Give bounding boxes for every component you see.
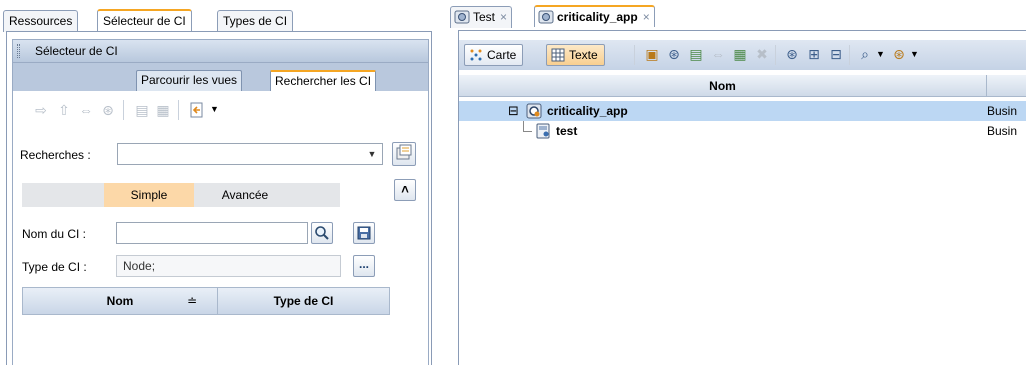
view-pane: Test × criticality_app × Carte Texte ▣ ⊛ ▤…	[450, 0, 1026, 365]
close-icon[interactable]: ×	[643, 10, 650, 24]
tab-criticality-app[interactable]: criticality_app ×	[534, 5, 655, 27]
sort-icon: ≐	[186, 294, 197, 308]
filter-icon[interactable]: ⊛	[890, 45, 908, 63]
map-icon	[470, 49, 482, 61]
separator	[775, 45, 776, 65]
tree-line	[523, 131, 532, 132]
panel-header: Sélecteur de CI	[12, 39, 429, 63]
tree-item-label: criticality_app	[547, 104, 628, 118]
separator	[123, 100, 124, 120]
tab-ci-selector[interactable]: Sélecteur de CI	[97, 9, 192, 32]
view-settings-icon[interactable]: ⊛	[783, 45, 801, 63]
map-view-button[interactable]: Carte	[464, 44, 524, 66]
go-to-icon[interactable]: ⇨	[32, 101, 50, 119]
col-header-name[interactable]: Nom	[459, 75, 987, 97]
save-search-button[interactable]	[353, 222, 375, 244]
export-dropdown-icon[interactable]: ▼	[210, 104, 219, 114]
chevron-down-icon[interactable]: ▼	[364, 146, 380, 162]
add-to-view-icon[interactable]: ▤	[687, 45, 705, 63]
subtab-browse-views[interactable]: Parcourir les vues	[136, 70, 243, 91]
ci-selector-pane: Ressources Sélecteur de CI Types de CI S…	[0, 0, 432, 365]
tree-item-label: test	[556, 124, 578, 138]
separator	[178, 100, 179, 120]
grid-icon	[551, 48, 565, 62]
subtab-search-ci[interactable]: Rechercher les CI	[270, 70, 377, 91]
separator	[849, 45, 850, 65]
col-header-ci-type[interactable]: Type de CI	[217, 287, 390, 315]
tree-item-type: Busin	[987, 124, 1018, 138]
remove-from-view-icon[interactable]: ▦	[154, 101, 172, 119]
view-icon	[538, 10, 554, 24]
col-header-name[interactable]: Nom ≐	[22, 287, 218, 315]
tree-table-header: Nom	[459, 75, 1026, 97]
properties-icon	[396, 144, 412, 160]
ci-icon[interactable]: ⊛	[665, 45, 683, 63]
grip-icon[interactable]	[17, 44, 20, 58]
add-related-icon[interactable]: ▦	[731, 45, 749, 63]
tree-item-type: Busin	[987, 104, 1018, 118]
link-icon[interactable]: ⇔	[77, 101, 95, 119]
ci-name-label: Nom du CI :	[22, 227, 87, 241]
tree-line	[523, 121, 524, 131]
tab-test[interactable]: Test ×	[450, 6, 513, 28]
view-icon	[454, 10, 470, 24]
tree-row[interactable]: ⊟ criticality_app Busin	[459, 101, 1026, 121]
export-icon[interactable]	[188, 101, 206, 119]
mode-advanced[interactable]: Avancée	[195, 183, 295, 207]
searches-label: Recherches :	[20, 148, 91, 162]
ci-type-label: Type de CI :	[22, 260, 87, 274]
separator	[634, 45, 635, 65]
mode-simple[interactable]: Simple	[104, 183, 194, 207]
saved-searches-button[interactable]	[392, 142, 416, 166]
tab-resources[interactable]: Ressources	[3, 10, 79, 32]
collapse-icon[interactable]: ⊟	[508, 101, 519, 121]
link-icon[interactable]: ⇔	[709, 45, 727, 63]
chevron-up-icon: ˄	[401, 182, 409, 197]
tree-row[interactable]: test Busin	[459, 121, 1026, 141]
browse-ci-type-button[interactable]: ...	[353, 255, 375, 277]
save-icon	[357, 226, 371, 240]
collapse-button[interactable]: ˄	[394, 179, 416, 201]
delete-icon[interactable]: ✖	[753, 45, 771, 63]
find-icon[interactable]: ⌕	[856, 45, 874, 63]
tab-ci-types[interactable]: Types de CI	[217, 10, 294, 32]
search-icon	[315, 226, 329, 240]
search-button[interactable]	[311, 222, 333, 244]
text-view-button[interactable]: Texte	[546, 44, 605, 66]
find-related-icon[interactable]: ⇧	[55, 101, 73, 119]
properties-icon[interactable]: ▣	[643, 45, 661, 63]
searches-combo[interactable]: ▼	[117, 143, 383, 165]
find-dropdown-icon[interactable]: ▼	[876, 49, 885, 59]
ci-icon[interactable]: ⊛	[99, 101, 117, 119]
close-icon[interactable]: ×	[500, 10, 507, 24]
panel-title: Sélecteur de CI	[35, 44, 118, 58]
ci-type-field: Node;	[116, 255, 341, 277]
hierarchy-icon[interactable]: ⊞	[805, 45, 823, 63]
layout-icon[interactable]: ⊟	[827, 45, 845, 63]
filter-dropdown-icon[interactable]: ▼	[910, 49, 919, 59]
business-ci-icon	[536, 123, 550, 139]
add-to-view-icon[interactable]: ▤	[133, 101, 151, 119]
app-ci-icon	[526, 103, 542, 119]
ci-name-field[interactable]	[116, 222, 308, 244]
